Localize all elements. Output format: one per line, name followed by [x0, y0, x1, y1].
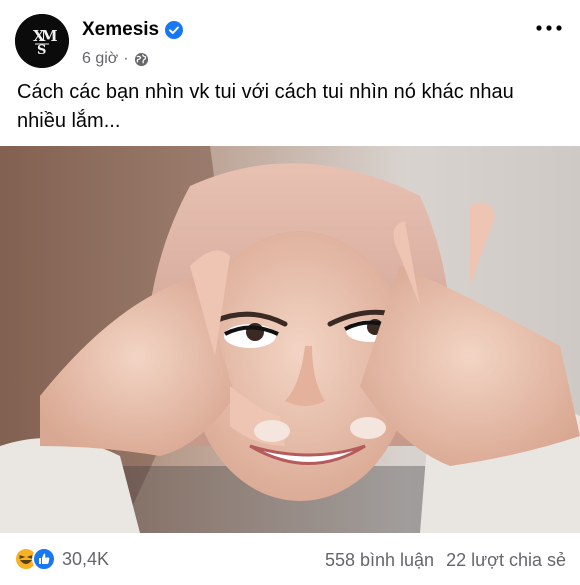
reaction-summary[interactable]: 30,4K	[14, 547, 109, 571]
shares-count-link[interactable]: 22 lượt chia sẻ	[446, 550, 566, 571]
post-caption: Cách các bạn nhìn vk tui với cách tui nh…	[17, 81, 514, 132]
author-row: Xemesis	[82, 19, 184, 41]
more-options-icon	[536, 25, 562, 31]
stats-spacer	[434, 550, 446, 571]
meta-separator: ·	[123, 50, 129, 67]
more-options-button[interactable]	[532, 16, 566, 40]
svg-text:S: S	[37, 43, 46, 58]
globe-icon[interactable]	[134, 52, 149, 67]
xemesis-logo-icon: X M S	[15, 14, 69, 68]
post-header: X M S Xemesis 6 giờ ·	[0, 0, 580, 72]
engagement-stats: 558 bình luận 22 lượt chia sẻ	[325, 550, 566, 571]
post-photo[interactable]	[0, 146, 580, 533]
reaction-count: 30,4K	[62, 548, 110, 569]
post-meta: 6 giờ ·	[82, 50, 149, 68]
comments-count-link[interactable]: 558 bình luận	[325, 550, 434, 571]
post-footer: 30,4K 558 bình luận 22 lượt chia sẻ	[0, 533, 580, 585]
photo-image	[0, 146, 580, 533]
like-reaction-icon	[32, 547, 56, 571]
author-name[interactable]: Xemesis	[82, 19, 159, 41]
verified-badge-icon	[165, 21, 184, 39]
author-avatar[interactable]: X M S	[15, 14, 69, 68]
post-timestamp[interactable]: 6 giờ	[82, 50, 118, 68]
